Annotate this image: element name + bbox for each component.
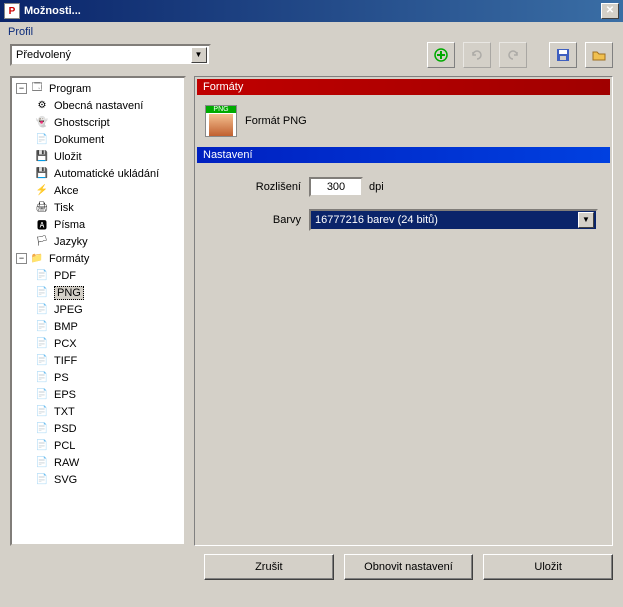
colors-value: 16777216 barev (24 bitů) xyxy=(315,214,438,226)
tree-item-ghostscript[interactable]: 👻Ghostscript xyxy=(14,114,182,131)
tree-item-actions[interactable]: ⚡Akce xyxy=(14,182,182,199)
profile-row: Předvolený ▼ xyxy=(0,40,623,76)
action-icon: ⚡ xyxy=(34,183,50,199)
profile-value: Předvolený xyxy=(16,49,71,61)
format-name: Formát PNG xyxy=(245,115,307,127)
button-row: Zrušit Obnovit nastavení Uložit xyxy=(0,554,623,590)
file-icon: 📄 xyxy=(34,387,50,403)
tree-item-jpeg[interactable]: 📄JPEG xyxy=(14,301,182,318)
save-profile-button[interactable] xyxy=(549,42,577,68)
file-icon: 📄 xyxy=(34,472,50,488)
right-panel: Formáty PNG Formát PNG Nastavení Rozliše… xyxy=(194,76,613,546)
font-icon: 🅰 xyxy=(34,217,50,233)
tree-item-save[interactable]: 💾Uložit xyxy=(14,148,182,165)
flag-icon: 🏳 xyxy=(34,234,50,250)
file-icon: 📄 xyxy=(34,455,50,471)
tree-item-pdf[interactable]: 📄PDF xyxy=(14,267,182,284)
ghost-icon: 👻 xyxy=(34,115,50,131)
undo-icon xyxy=(469,47,485,63)
tree-item-print[interactable]: 🖨Tisk xyxy=(14,199,182,216)
chevron-down-icon: ▼ xyxy=(578,212,594,228)
file-icon: 📄 xyxy=(34,404,50,420)
tree-item-tiff[interactable]: 📄TIFF xyxy=(14,352,182,369)
cancel-button[interactable]: Zrušit xyxy=(204,554,334,580)
profile-select[interactable]: Předvolený ▼ xyxy=(10,44,211,66)
tree-item-languages[interactable]: 🏳Jazyky xyxy=(14,233,182,250)
save-button[interactable]: Uložit xyxy=(483,554,613,580)
tree-item-txt[interactable]: 📄TXT xyxy=(14,403,182,420)
tree-item-general[interactable]: ⚙Obecná nastavení xyxy=(14,97,182,114)
tree-item-pcx[interactable]: 📄PCX xyxy=(14,335,182,352)
formats-icon: 📁 xyxy=(29,251,45,267)
tree-item-svg[interactable]: 📄SVG xyxy=(14,471,182,488)
document-icon: 📄 xyxy=(34,132,50,148)
face-icon xyxy=(209,114,233,136)
tree-item-bmp[interactable]: 📄BMP xyxy=(14,318,182,335)
tree-item-eps[interactable]: 📄EPS xyxy=(14,386,182,403)
program-icon: 🗔 xyxy=(29,81,45,97)
tree-item-psd[interactable]: 📄PSD xyxy=(14,420,182,437)
redo-icon xyxy=(505,47,521,63)
colors-select[interactable]: 16777216 barev (24 bitů) ▼ xyxy=(309,209,598,231)
tree-item-fonts[interactable]: 🅰Písma xyxy=(14,216,182,233)
colors-row: Barvy 16777216 barev (24 bitů) ▼ xyxy=(209,209,598,231)
collapse-icon[interactable]: − xyxy=(16,83,27,94)
resolution-input[interactable] xyxy=(309,177,363,197)
tree-item-png[interactable]: 📄PNG xyxy=(14,284,182,301)
file-icon: 📄 xyxy=(34,319,50,335)
format-thumb-icon: PNG xyxy=(205,105,237,137)
profile-label: Profil xyxy=(0,22,623,40)
file-icon: 📄 xyxy=(34,370,50,386)
colors-label: Barvy xyxy=(209,214,309,226)
printer-icon: 🖨 xyxy=(34,200,50,216)
chevron-down-icon: ▼ xyxy=(191,47,207,63)
file-icon: 📄 xyxy=(34,353,50,369)
titlebar: P Možnosti... ✕ xyxy=(0,0,623,22)
file-icon: 📄 xyxy=(34,336,50,352)
settings-header: Nastavení xyxy=(197,147,610,163)
restore-button[interactable]: Obnovit nastavení xyxy=(344,554,474,580)
redo-button xyxy=(499,42,527,68)
file-icon: 📄 xyxy=(34,421,50,437)
resolution-unit: dpi xyxy=(369,181,384,193)
close-button[interactable]: ✕ xyxy=(601,3,619,19)
png-badge: PNG xyxy=(206,106,236,113)
format-row: PNG Formát PNG xyxy=(197,95,610,147)
open-profile-button[interactable] xyxy=(585,42,613,68)
floppy-icon xyxy=(555,47,571,63)
undo-button xyxy=(463,42,491,68)
tree-item-document[interactable]: 📄Dokument xyxy=(14,131,182,148)
resolution-row: Rozlišení dpi xyxy=(209,177,598,197)
file-icon: 📄 xyxy=(34,268,50,284)
tree-formats[interactable]: − 📁 Formáty xyxy=(14,250,182,267)
gear-icon: ⚙ xyxy=(34,98,50,114)
floppy-icon: 💾 xyxy=(34,149,50,165)
window-title: Možnosti... xyxy=(24,5,601,17)
autosave-icon: 💾 xyxy=(34,166,50,182)
folder-icon xyxy=(591,47,607,63)
tree-item-autosave[interactable]: 💾Automatické ukládání xyxy=(14,165,182,182)
formats-header: Formáty xyxy=(197,79,610,95)
plus-icon xyxy=(433,47,449,63)
file-icon: 📄 xyxy=(34,285,50,301)
file-icon: 📄 xyxy=(34,438,50,454)
app-icon: P xyxy=(4,3,20,19)
tree-item-raw[interactable]: 📄RAW xyxy=(14,454,182,471)
tree-item-pcl[interactable]: 📄PCL xyxy=(14,437,182,454)
resolution-label: Rozlišení xyxy=(209,181,309,193)
tree-panel[interactable]: − 🗔 Program ⚙Obecná nastavení 👻Ghostscri… xyxy=(10,76,186,546)
tree-item-ps[interactable]: 📄PS xyxy=(14,369,182,386)
file-icon: 📄 xyxy=(34,302,50,318)
tree-program[interactable]: − 🗔 Program xyxy=(14,80,182,97)
collapse-icon[interactable]: − xyxy=(16,253,27,264)
add-profile-button[interactable] xyxy=(427,42,455,68)
